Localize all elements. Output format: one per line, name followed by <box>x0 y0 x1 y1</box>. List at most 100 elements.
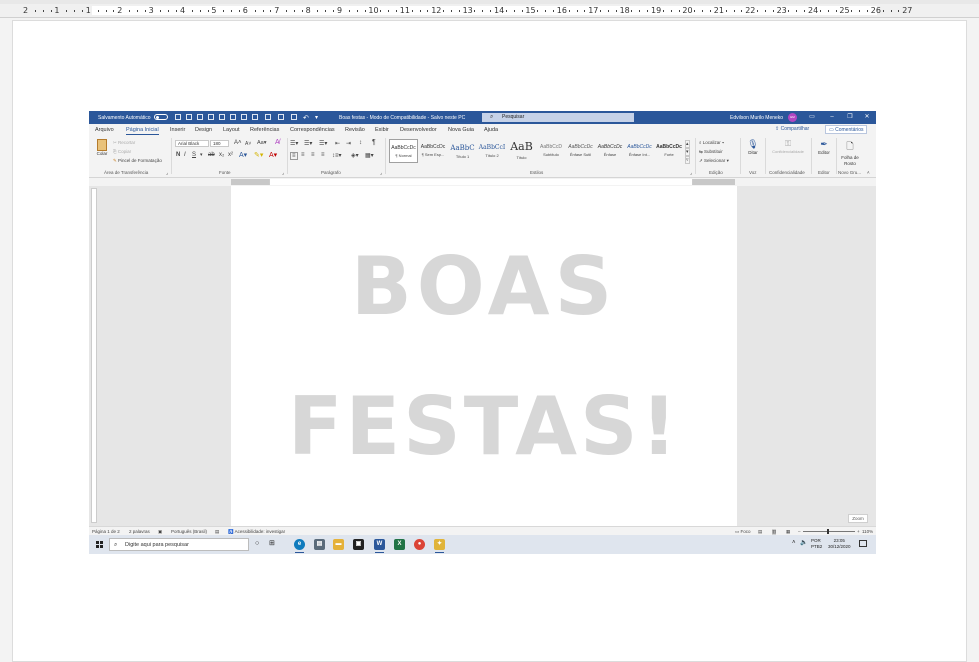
document-page[interactable]: BOAS FESTAS! <box>231 186 737 526</box>
style-tile[interactable]: AaBbCcD Subtítulo <box>537 139 566 163</box>
text-effects-icon[interactable]: A▾ <box>239 151 247 159</box>
style-tile[interactable]: AaBbCcDc Ênfase Sutil <box>566 139 595 163</box>
autosave-toggle[interactable] <box>154 114 168 120</box>
replace-button[interactable]: ⇆ Substituir <box>699 149 723 155</box>
subscript-icon[interactable]: x₂ <box>219 152 224 158</box>
increase-indent-icon[interactable]: ⇥ <box>346 140 351 147</box>
font-dialog-icon[interactable]: ⌟ <box>282 170 284 176</box>
sort-icon[interactable]: ↕ <box>359 140 362 146</box>
font-name-select[interactable]: Arial Black <box>175 140 209 147</box>
style-tile[interactable]: AaBbCcI Título 2 <box>478 139 507 163</box>
word-count[interactable]: 2 palavras <box>129 529 150 534</box>
tray-chevron-icon[interactable]: ˄ <box>792 540 796 546</box>
style-tile[interactable]: AaBbCcDc Ênfase <box>596 139 625 163</box>
edge-icon[interactable]: e <box>294 539 305 553</box>
folder-icon[interactable]: ▬ <box>333 539 344 550</box>
paragraph-dialog-icon[interactable]: ⌟ <box>380 170 382 176</box>
cut-button[interactable]: ✂ Recortar <box>113 140 135 146</box>
style-tile[interactable]: AaBbCcDc ¶ Sem Esp... <box>419 139 448 163</box>
tab-nova-guia[interactable]: Nova Guia <box>448 127 474 133</box>
align-right-icon[interactable]: ≡ <box>311 152 315 158</box>
search-box[interactable]: ⌕ Pesquisar <box>482 113 634 122</box>
comments-button[interactable]: ▭ Comentários <box>825 125 868 134</box>
underline-chevron-icon[interactable]: ▾ <box>200 152 203 158</box>
find-button[interactable]: ⌕ Localizar ▾ <box>699 140 724 145</box>
tab-design[interactable]: Design <box>195 127 212 133</box>
style-tile[interactable]: AaBbCcDc Forte <box>655 139 684 163</box>
tab-desenvolvedor[interactable]: Desenvolvedor <box>400 127 437 133</box>
email-icon[interactable] <box>241 114 247 120</box>
tab-exibir[interactable]: Exibir <box>375 127 389 133</box>
sensitivity-button[interactable]: ⚿ Confidencialidade <box>769 139 807 155</box>
ribbon-display-options-icon[interactable]: ▭ <box>803 112 821 123</box>
collapse-ribbon-icon[interactable]: ˄ <box>867 170 870 175</box>
close-icon[interactable]: ✕ <box>858 112 876 123</box>
style-tile[interactable]: AaBbCcDc ¶ Normal <box>389 139 418 163</box>
notification-icon[interactable] <box>859 540 867 547</box>
new-doc-icon[interactable] <box>186 114 192 120</box>
strikethrough-icon[interactable]: ab <box>208 152 215 158</box>
style-tile[interactable]: AaBbC Título 1 <box>448 139 477 163</box>
avatar[interactable]: EM <box>788 113 797 122</box>
input-language[interactable]: POR PTB2 <box>811 538 822 550</box>
format-painter-button[interactable]: ✎ Pincel de Formatação <box>113 158 162 164</box>
tab-pagina-inicial[interactable]: Página Inicial <box>126 127 159 135</box>
style-tile[interactable]: AaBbCcDc Ênfase Int... <box>625 139 654 163</box>
vertical-ruler[interactable] <box>91 188 97 523</box>
chrome-icon[interactable]: ● <box>414 539 425 550</box>
picture-icon[interactable] <box>252 114 258 120</box>
borders-icon[interactable]: ▦▾ <box>365 152 374 159</box>
store-icon[interactable]: ▣ <box>353 539 364 550</box>
open-icon[interactable] <box>197 114 203 120</box>
quick-access-chevron-icon[interactable]: ▾ <box>315 114 318 121</box>
tab-correspondencias[interactable]: Correspondências <box>290 127 335 133</box>
clipboard-dialog-icon[interactable]: ⌟ <box>166 170 168 176</box>
paste-button[interactable]: Colar <box>94 139 110 165</box>
italic-button[interactable]: I <box>184 152 186 158</box>
decrease-indent-icon[interactable]: ⇤ <box>335 140 340 147</box>
clock[interactable]: 23:05 30/12/2020 <box>828 538 851 550</box>
save-icon[interactable] <box>175 114 181 120</box>
track-icon[interactable] <box>278 114 284 120</box>
document-text-line-2[interactable]: FESTAS! <box>231 382 737 472</box>
pinned-app-icon[interactable]: ✦ <box>434 539 445 553</box>
bullets-icon[interactable]: ☰▾ <box>290 140 298 147</box>
dictate-button[interactable]: 🎙 Ditar <box>745 139 761 156</box>
multilevel-list-icon[interactable]: ☰▾ <box>319 140 327 147</box>
styles-dialog-icon[interactable]: ⌟ <box>690 170 692 176</box>
line-spacing-icon[interactable]: ↕≡▾ <box>332 152 342 159</box>
justify-icon[interactable]: ≡ <box>321 152 325 158</box>
user-name[interactable]: Edvilson Murilo Meneko <box>730 115 783 121</box>
cover-page-button[interactable]: 🗋 Folha de Rosto <box>838 139 862 167</box>
clear-format-icon[interactable]: A̸ <box>275 139 280 146</box>
print-icon[interactable] <box>208 114 214 120</box>
copy-button[interactable]: ⎘ Copiar <box>113 149 131 154</box>
align-left-icon[interactable]: ≡ <box>290 152 298 160</box>
volume-icon[interactable]: 🔈 <box>800 539 807 546</box>
restore-icon[interactable]: ❐ <box>841 112 859 123</box>
tab-revisao[interactable]: Revisão <box>345 127 365 133</box>
widgets-icon[interactable]: ⊞ <box>269 539 275 547</box>
change-case-icon[interactable]: Aa▾ <box>257 140 267 146</box>
style-tile[interactable]: AaB Título <box>507 139 536 163</box>
styles-more-icon[interactable]: ▿ <box>685 156 690 164</box>
tab-inserir[interactable]: Inserir <box>170 127 185 133</box>
zoom-out-icon[interactable]: – <box>798 529 801 534</box>
font-color-icon[interactable]: A▾ <box>269 151 277 159</box>
undo-icon[interactable]: ↶ <box>303 114 309 122</box>
document-horizontal-ruler[interactable] <box>89 178 876 186</box>
tab-arquivo[interactable]: Arquivo <box>95 127 114 133</box>
shading-icon[interactable]: ◈▾ <box>351 152 359 159</box>
spelling-icon[interactable] <box>265 114 271 120</box>
outer-horizontal-ruler[interactable]: 2 1 1 2 3 4 5 6 7 8 9 10 11 12 13 14 15 16 17 18 19 20 21 22 23 2… <box>0 4 979 18</box>
numbering-icon[interactable]: ☰▾ <box>304 140 312 147</box>
minimize-icon[interactable]: – <box>823 112 841 123</box>
refresh-icon[interactable] <box>291 114 297 120</box>
styles-scroll-down-icon[interactable]: ▾ <box>685 148 690 156</box>
grow-font-icon[interactable]: A˄ <box>234 140 242 146</box>
select-button[interactable]: ➚ Selecionar ▾ <box>699 158 729 164</box>
word-app-icon[interactable]: W <box>374 539 385 553</box>
font-size-select[interactable]: 180 <box>210 140 229 147</box>
document-text-line-1[interactable]: BOAS <box>231 242 737 332</box>
bold-button[interactable]: N <box>176 152 180 158</box>
